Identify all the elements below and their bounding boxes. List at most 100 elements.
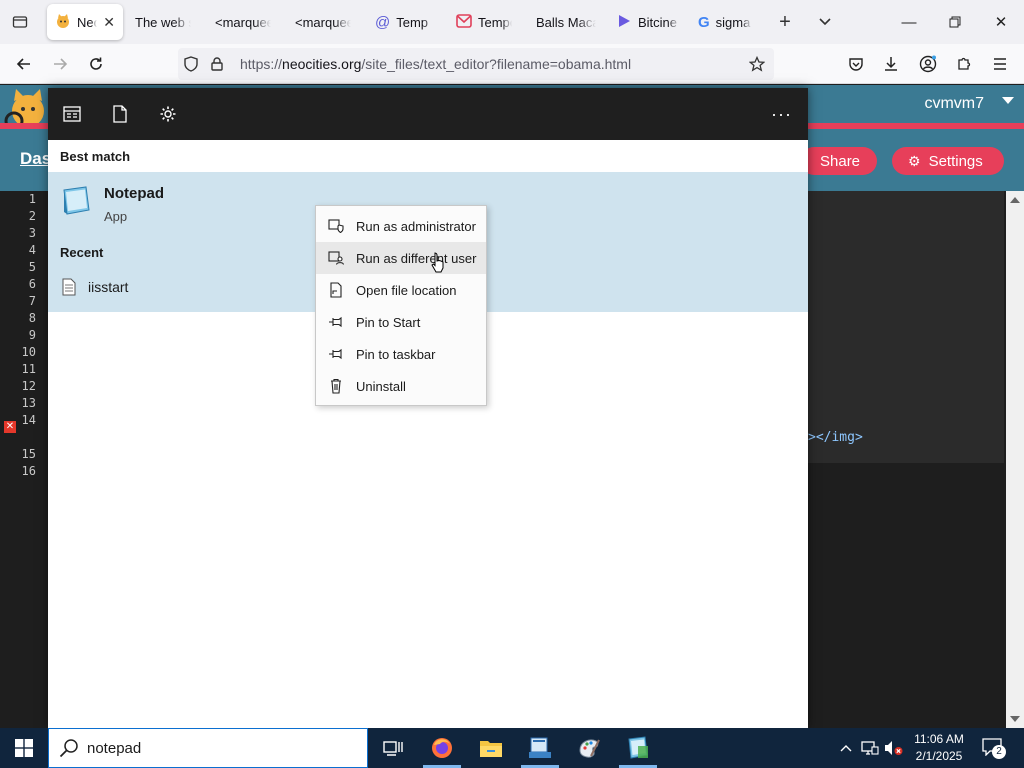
menu-item-label: Pin to Start bbox=[356, 314, 421, 330]
code-area[interactable]: ></img> bbox=[808, 191, 1004, 463]
best-match-header: Best match bbox=[60, 149, 131, 164]
network-icon[interactable] bbox=[860, 738, 880, 758]
line-number: 13 bbox=[21, 396, 36, 410]
all-apps-icon[interactable] bbox=[60, 102, 84, 126]
account-icon[interactable] bbox=[914, 50, 942, 78]
pin-icon bbox=[316, 316, 356, 328]
menu-item-label: Run as administrator bbox=[356, 218, 476, 234]
tracking-shield-icon[interactable] bbox=[178, 48, 204, 80]
back-arrow-icon[interactable] bbox=[10, 50, 38, 78]
share-label: Share bbox=[820, 152, 861, 170]
menu-item-open-file-location[interactable]: Open file location bbox=[316, 274, 486, 306]
menu-item-run-as-different-user[interactable]: Run as different user bbox=[316, 242, 486, 274]
paint-icon[interactable] bbox=[566, 728, 612, 768]
trash-icon bbox=[316, 378, 356, 394]
more-options-icon[interactable]: ··· bbox=[771, 104, 792, 125]
firefox-icon[interactable] bbox=[419, 728, 465, 768]
action-center-button[interactable]: 2 bbox=[980, 736, 1008, 760]
line-number: 12 bbox=[21, 379, 36, 393]
scroll-down-arrow-icon[interactable] bbox=[1010, 716, 1020, 722]
search-top-bar: ··· bbox=[48, 88, 808, 140]
clock-date: 2/1/2025 bbox=[915, 749, 963, 763]
extensions-puzzle-icon[interactable] bbox=[950, 50, 978, 78]
close-icon[interactable]: ✕ bbox=[103, 14, 115, 31]
editor-scrollbar[interactable] bbox=[1006, 191, 1024, 728]
line-number: 5 bbox=[28, 260, 36, 274]
at-sign-icon: @ bbox=[375, 13, 391, 31]
reload-icon[interactable] bbox=[82, 50, 110, 78]
tab-title: Tempo bbox=[478, 14, 512, 30]
tab-title: Bitcine bbox=[638, 14, 678, 30]
tab-sigma[interactable]: G sigma bbox=[690, 4, 760, 40]
line-number: 16 bbox=[21, 464, 36, 478]
restore-icon[interactable] bbox=[932, 0, 978, 44]
file-explorer-icon[interactable] bbox=[468, 728, 514, 768]
clock-time: 11:06 AM bbox=[914, 732, 964, 746]
menu-item-label: Run as different user bbox=[356, 250, 477, 266]
forward-arrow-icon[interactable] bbox=[46, 50, 74, 78]
tab-temp[interactable]: @ Temp bbox=[367, 4, 443, 40]
app-type-label: App bbox=[104, 209, 128, 224]
menu-item-pin-to-start[interactable]: Pin to Start bbox=[316, 306, 486, 338]
settings-label: Settings bbox=[928, 152, 983, 170]
bookmark-star-icon[interactable] bbox=[744, 48, 770, 80]
error-marker-icon: ✕ bbox=[4, 421, 16, 433]
tab-overflow-chevron-icon[interactable] bbox=[811, 8, 839, 36]
pin-icon bbox=[316, 348, 356, 360]
line-number: 3 bbox=[28, 226, 36, 240]
text-file-icon bbox=[62, 278, 76, 299]
tab-bitcine[interactable]: Bitcine bbox=[608, 4, 688, 40]
pocket-icon[interactable] bbox=[842, 50, 870, 78]
recent-item-name: iisstart bbox=[88, 279, 129, 295]
tab-marquee-1[interactable]: <marquee bbox=[207, 4, 279, 40]
tab-neocities[interactable]: Neo ✕ bbox=[47, 4, 123, 40]
site-username[interactable]: cvmvm7 bbox=[924, 95, 984, 113]
tab-web-sit[interactable]: The web sit bbox=[127, 4, 199, 40]
user-dropdown-caret-icon[interactable] bbox=[1002, 97, 1014, 104]
line-number: 4 bbox=[28, 243, 36, 257]
browser-tab-bar: Neo ✕ The web sit <marquee <marquee @ Te… bbox=[0, 0, 1024, 44]
lock-icon[interactable] bbox=[204, 48, 230, 80]
dashboard-link[interactable]: Das bbox=[20, 149, 51, 169]
context-menu: Run as administrator Run as different us… bbox=[315, 205, 487, 406]
shield-icon bbox=[316, 219, 356, 233]
line-number: 15 bbox=[21, 447, 36, 461]
menu-item-label: Open file location bbox=[356, 282, 457, 298]
play-icon bbox=[616, 13, 632, 32]
tab-list-icon[interactable] bbox=[6, 8, 34, 36]
server-manager-icon[interactable] bbox=[517, 728, 563, 768]
windows-start-icon[interactable] bbox=[0, 728, 48, 768]
settings-gear-icon[interactable] bbox=[156, 102, 180, 126]
tab-balls[interactable]: Balls Maca bbox=[528, 4, 604, 40]
tab-tempo[interactable]: Tempo bbox=[448, 4, 520, 40]
tab-title: <marquee bbox=[215, 14, 271, 30]
scroll-up-arrow-icon[interactable] bbox=[1010, 197, 1020, 203]
search-input[interactable] bbox=[87, 735, 357, 761]
new-tab-plus-icon[interactable]: + bbox=[771, 8, 799, 36]
tab-title: The web sit bbox=[135, 14, 191, 30]
tray-chevron-up-icon[interactable] bbox=[836, 738, 856, 758]
notification-count-badge: 2 bbox=[992, 745, 1006, 759]
tab-title: Balls Maca bbox=[536, 14, 596, 30]
documents-icon[interactable] bbox=[108, 102, 132, 126]
menu-item-pin-to-taskbar[interactable]: Pin to taskbar bbox=[316, 338, 486, 370]
tab-title: Neo bbox=[77, 14, 98, 30]
tab-marquee-2[interactable]: <marquee bbox=[287, 4, 359, 40]
share-button[interactable]: Share bbox=[800, 147, 877, 175]
window-close-icon[interactable]: ✕ bbox=[978, 0, 1024, 44]
address-bar[interactable]: https://neocities.org/site_files/text_ed… bbox=[178, 48, 774, 80]
url-text: https://neocities.org/site_files/text_ed… bbox=[240, 56, 632, 72]
google-icon: G bbox=[698, 13, 710, 31]
menu-item-uninstall[interactable]: Uninstall bbox=[316, 370, 486, 402]
taskbar-search-box[interactable] bbox=[48, 728, 368, 768]
minimize-icon[interactable]: — bbox=[886, 0, 932, 44]
menu-item-label: Uninstall bbox=[356, 378, 406, 394]
task-view-icon[interactable] bbox=[370, 728, 416, 768]
menu-hamburger-icon[interactable] bbox=[986, 50, 1014, 78]
notepad-taskbar-icon[interactable] bbox=[615, 728, 661, 768]
menu-item-run-as-administrator[interactable]: Run as administrator bbox=[316, 210, 486, 242]
line-number: 2 bbox=[28, 209, 36, 223]
download-icon[interactable] bbox=[877, 50, 905, 78]
settings-button[interactable]: ⚙ Settings bbox=[892, 147, 1004, 175]
taskbar-clock[interactable]: 11:06 AM 2/1/2025 bbox=[900, 731, 978, 765]
